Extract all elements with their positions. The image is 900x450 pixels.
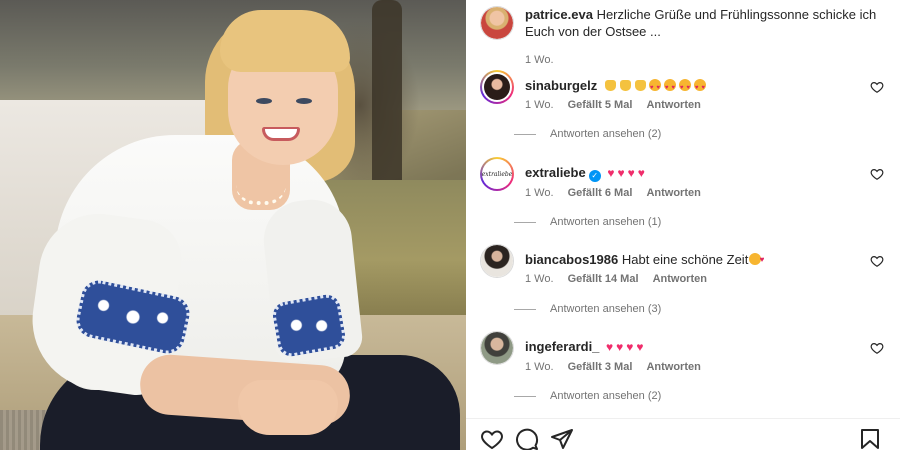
pink-heart-emoji-icon: ♥ xyxy=(636,340,644,354)
photo-person-smile xyxy=(262,127,300,141)
paper-plane-icon[interactable] xyxy=(550,427,574,450)
avatar-label: extraliebe xyxy=(482,161,512,187)
view-replies-label[interactable]: Antworten ansehen (1) xyxy=(550,216,661,228)
heart-outline-icon[interactable] xyxy=(480,427,504,450)
verified-badge-icon: ✓ xyxy=(588,170,601,182)
instagram-post: patrice.eva Herzliche Grüße und Frühling… xyxy=(0,0,900,450)
bookmark-icon[interactable] xyxy=(858,427,882,450)
comment-username[interactable]: ingeferardi_ xyxy=(525,339,599,354)
view-replies-label[interactable]: Antworten ansehen (2) xyxy=(550,390,661,402)
view-replies-button[interactable]: Antworten ansehen (3) xyxy=(514,303,661,315)
pink-heart-emoji-icon: ♥ xyxy=(626,340,634,354)
pink-heart-emoji-icon: ♥ xyxy=(606,340,614,354)
photo-person-eye xyxy=(296,98,312,104)
view-replies-button[interactable]: Antworten ansehen (2) xyxy=(514,390,661,402)
comment-likes[interactable]: Gefällt 3 Mal xyxy=(568,361,633,373)
comment-likes[interactable]: Gefällt 14 Mal xyxy=(568,273,639,285)
like-comment-heart-icon[interactable] xyxy=(870,254,884,268)
avatar[interactable] xyxy=(480,6,514,40)
pink-heart-emoji-icon: ♥ xyxy=(607,166,615,180)
post-photo[interactable] xyxy=(0,0,466,450)
reply-button[interactable]: Antworten xyxy=(646,187,700,199)
comment-age: 1 Wo. xyxy=(525,99,554,111)
view-replies-label[interactable]: Antworten ansehen (3) xyxy=(550,303,661,315)
like-comment-heart-icon[interactable] xyxy=(870,341,884,355)
heart-eyes-emoji-icon xyxy=(648,79,661,97)
view-replies-button[interactable]: Antworten ansehen (1) xyxy=(514,216,661,228)
comment-item: biancabos1986 Habt eine schöne Zeit 1 Wo… xyxy=(480,244,890,285)
like-comment-heart-icon[interactable] xyxy=(870,167,884,181)
caption-username[interactable]: patrice.eva xyxy=(525,7,593,22)
clap-emoji-icon xyxy=(634,80,646,91)
reply-button[interactable]: Antworten xyxy=(653,273,707,285)
photo-person-eye xyxy=(256,98,272,104)
replies-divider xyxy=(514,395,536,397)
comment-emojis xyxy=(601,78,706,97)
comment-emojis: ♥ ♥ ♥ ♥ xyxy=(604,165,645,180)
comment-emojis: ♥ ♥ ♥ ♥ xyxy=(603,339,644,354)
kiss-heart-emoji-icon xyxy=(749,251,764,268)
view-replies-label[interactable]: Antworten ansehen (2) xyxy=(550,128,661,140)
comment-age: 1 Wo. xyxy=(525,361,554,373)
comment-text: Habt eine schöne Zeit xyxy=(621,252,749,267)
heart-eyes-emoji-icon xyxy=(678,79,691,97)
comment-username[interactable]: biancabos1986 xyxy=(525,252,618,267)
comment-item: extraliebe extraliebe ✓ ♥ ♥ ♥ ♥ 1 Wo. Gefäll… xyxy=(480,157,890,199)
comment-age: 1 Wo. xyxy=(525,187,554,199)
pink-heart-emoji-icon: ♥ xyxy=(616,340,624,354)
clap-emoji-icon xyxy=(619,80,631,91)
comment-likes[interactable]: Gefällt 5 Mal xyxy=(568,99,633,111)
comment-likes[interactable]: Gefällt 6 Mal xyxy=(568,187,633,199)
comment-age: 1 Wo. xyxy=(525,273,554,285)
reply-button[interactable]: Antworten xyxy=(646,99,700,111)
comment-username[interactable]: sinaburgelz xyxy=(525,78,597,93)
reply-button[interactable]: Antworten xyxy=(646,361,700,373)
photo-person-hands xyxy=(238,380,338,435)
avatar[interactable] xyxy=(480,244,514,278)
replies-divider xyxy=(514,308,536,310)
avatar[interactable] xyxy=(480,331,514,365)
post-action-bar xyxy=(466,418,900,450)
comment-item: sinaburgelz 1 Wo. Gefällt 5 Mal Antworte… xyxy=(480,70,890,111)
pink-heart-emoji-icon: ♥ xyxy=(627,166,635,180)
pink-heart-emoji-icon: ♥ xyxy=(617,166,625,180)
heart-eyes-emoji-icon xyxy=(693,79,706,97)
comment-item: ingeferardi_ ♥ ♥ ♥ ♥ 1 Wo. Gefällt 3 Mal An… xyxy=(480,331,890,373)
like-comment-heart-icon[interactable] xyxy=(870,80,884,94)
photo-person-hair-top xyxy=(220,10,350,72)
replies-divider xyxy=(514,221,536,223)
heart-eyes-emoji-icon xyxy=(663,79,676,97)
avatar[interactable] xyxy=(480,70,514,104)
replies-divider xyxy=(514,133,536,135)
comment-bubble-icon[interactable] xyxy=(515,427,539,450)
avatar[interactable]: extraliebe xyxy=(480,157,514,191)
post-caption: patrice.eva Herzliche Grüße und Frühling… xyxy=(480,6,890,69)
view-replies-button[interactable]: Antworten ansehen (2) xyxy=(514,128,661,140)
comment-username[interactable]: extraliebe xyxy=(525,165,586,180)
caption-age: 1 Wo. xyxy=(525,54,554,66)
clap-emoji-icon xyxy=(604,80,616,91)
pink-heart-emoji-icon: ♥ xyxy=(637,166,645,180)
comments-panel: patrice.eva Herzliche Grüße und Frühling… xyxy=(466,0,900,450)
